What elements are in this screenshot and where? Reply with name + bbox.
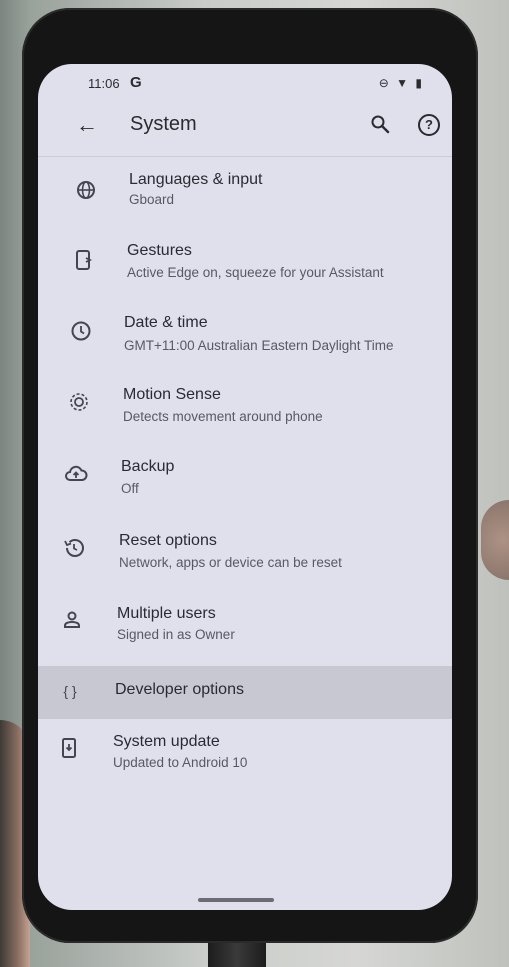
settings-item-multiple-users[interactable]: Multiple users Signed in as Owner <box>38 596 452 662</box>
search-icon[interactable] <box>370 114 390 134</box>
settings-item-backup[interactable]: Backup Off <box>38 450 452 516</box>
item-label: Multiple users <box>117 605 216 622</box>
gesture-nav-bar[interactable] <box>198 898 274 902</box>
item-label: Reset options <box>119 532 217 549</box>
item-subtitle: Network, apps or device can be reset <box>119 555 342 570</box>
status-icons: ⊖ ▼ ▮ <box>378 76 424 90</box>
history-icon <box>64 539 84 557</box>
screen: 11:06 G ⊖ ▼ ▮ ← System ? Languages & inp… <box>38 64 452 910</box>
status-bar: 11:06 G ⊖ ▼ ▮ <box>38 64 452 100</box>
gesture-phone-icon <box>76 250 93 270</box>
clock-icon <box>71 321 91 341</box>
settings-item-developer-options[interactable]: { } Developer options <box>38 666 452 719</box>
settings-item-system-update[interactable]: System update Updated to Android 10 <box>38 724 452 790</box>
right-hand <box>481 500 509 580</box>
cloud-upload-icon <box>65 465 88 481</box>
app-bar-divider <box>38 156 452 157</box>
settings-item-date-time[interactable]: Date & time GMT+11:00 Australian Eastern… <box>38 304 452 370</box>
settings-item-motion-sense[interactable]: Motion Sense Detects movement around pho… <box>38 378 452 444</box>
item-label: Backup <box>121 458 175 475</box>
item-label: Date & time <box>124 314 208 331</box>
item-subtitle: Signed in as Owner <box>117 627 235 642</box>
motion-sense-icon <box>70 393 88 411</box>
item-subtitle: GMT+11:00 Australian Eastern Daylight Ti… <box>124 338 394 353</box>
item-subtitle: Detects movement around phone <box>123 409 323 424</box>
settings-item-gestures[interactable]: Gestures Active Edge on, squeeze for you… <box>38 232 452 298</box>
system-update-icon <box>62 738 76 758</box>
item-label: Languages & input <box>129 171 263 188</box>
item-label: System update <box>113 733 220 750</box>
back-arrow-icon[interactable]: ← <box>76 112 98 138</box>
settings-item-reset-options[interactable]: Reset options Network, apps or device ca… <box>38 524 452 590</box>
item-subtitle: Off <box>121 481 139 496</box>
google-icon: G <box>130 74 142 91</box>
globe-icon <box>77 181 95 199</box>
person-icon <box>64 611 80 628</box>
status-time: 11:06 <box>88 76 120 91</box>
help-icon[interactable]: ? <box>418 114 440 136</box>
braces-icon: { } <box>63 683 77 699</box>
item-subtitle: Active Edge on, squeeze for your Assista… <box>127 265 384 280</box>
item-label: Motion Sense <box>123 386 221 403</box>
item-subtitle: Gboard <box>129 192 175 207</box>
page-title: System <box>130 113 197 135</box>
settings-item-languages[interactable]: Languages & input Gboard <box>38 160 452 226</box>
item-label: Gestures <box>127 242 192 259</box>
item-label: Developer options <box>115 681 244 698</box>
item-subtitle: Updated to Android 10 <box>113 755 248 770</box>
app-bar: ← System ? <box>38 102 452 148</box>
